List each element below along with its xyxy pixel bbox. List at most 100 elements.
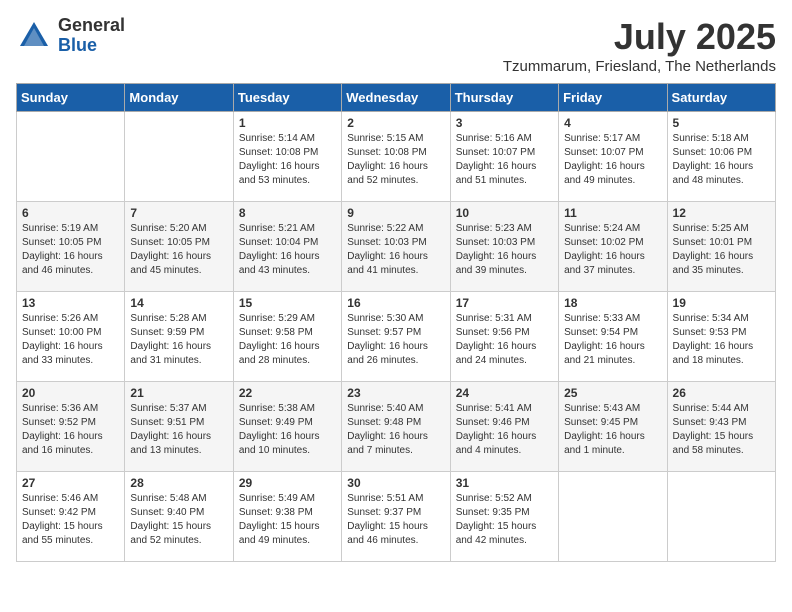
day-detail: Sunrise: 5:43 AM Sunset: 9:45 PM Dayligh… [564,402,661,458]
day-detail: Sunrise: 5:19 AM Sunset: 10:05 PM Daylig… [22,222,119,278]
day-number: 31 [456,476,553,490]
day-number: 14 [130,296,227,310]
day-number: 8 [239,206,336,220]
day-number: 22 [239,386,336,400]
day-number: 15 [239,296,336,310]
calendar-cell [667,472,775,562]
calendar-cell: 28 Sunrise: 5:48 AM Sunset: 9:40 PM Dayli… [125,472,233,562]
day-detail: Sunrise: 5:48 AM Sunset: 9:40 PM Dayligh… [130,492,227,548]
day-detail: Sunrise: 5:14 AM Sunset: 10:08 PM Daylig… [239,132,336,188]
day-detail: Sunrise: 5:18 AM Sunset: 10:06 PM Daylig… [673,132,770,188]
day-number: 3 [456,116,553,130]
calendar-cell: 7 Sunrise: 5:20 AM Sunset: 10:05 PM Dayli… [125,202,233,292]
day-of-week-tuesday: Tuesday [233,84,341,112]
day-of-week-thursday: Thursday [450,84,558,112]
day-number: 6 [22,206,119,220]
day-detail: Sunrise: 5:23 AM Sunset: 10:03 PM Daylig… [456,222,553,278]
calendar-table: SundayMondayTuesdayWednesdayThursdayFrid… [16,83,776,562]
day-number: 10 [456,206,553,220]
month-year: July 2025 [503,16,776,58]
day-number: 11 [564,206,661,220]
day-detail: Sunrise: 5:44 AM Sunset: 9:43 PM Dayligh… [673,402,770,458]
calendar-cell: 3 Sunrise: 5:16 AM Sunset: 10:07 PM Dayli… [450,112,558,202]
day-detail: Sunrise: 5:26 AM Sunset: 10:00 PM Daylig… [22,312,119,368]
day-detail: Sunrise: 5:40 AM Sunset: 9:48 PM Dayligh… [347,402,444,458]
day-number: 24 [456,386,553,400]
calendar-cell: 23 Sunrise: 5:40 AM Sunset: 9:48 PM Dayli… [342,382,450,472]
day-number: 27 [22,476,119,490]
calendar-cell [17,112,125,202]
calendar-week-row: 13 Sunrise: 5:26 AM Sunset: 10:00 PM Dayl… [17,292,776,382]
calendar-cell: 11 Sunrise: 5:24 AM Sunset: 10:02 PM Dayl… [559,202,667,292]
day-detail: Sunrise: 5:37 AM Sunset: 9:51 PM Dayligh… [130,402,227,458]
day-detail: Sunrise: 5:49 AM Sunset: 9:38 PM Dayligh… [239,492,336,548]
day-number: 4 [564,116,661,130]
day-number: 9 [347,206,444,220]
day-number: 19 [673,296,770,310]
day-detail: Sunrise: 5:30 AM Sunset: 9:57 PM Dayligh… [347,312,444,368]
logo-icon [16,18,52,54]
calendar-cell: 14Sunrise: 5:28 AM Sunset: 9:59 PM Dayli… [125,292,233,382]
day-detail: Sunrise: 5:52 AM Sunset: 9:35 PM Dayligh… [456,492,553,548]
day-of-week-friday: Friday [559,84,667,112]
calendar-cell: 29 Sunrise: 5:49 AM Sunset: 9:38 PM Dayli… [233,472,341,562]
day-detail: Sunrise: 5:17 AM Sunset: 10:07 PM Daylig… [564,132,661,188]
calendar-cell: 20Sunrise: 5:36 AM Sunset: 9:52 PM Dayli… [17,382,125,472]
day-number: 13 [22,296,119,310]
calendar-cell: 19Sunrise: 5:34 AM Sunset: 9:53 PM Dayli… [667,292,775,382]
calendar-cell: 10 Sunrise: 5:23 AM Sunset: 10:03 PM Dayl… [450,202,558,292]
day-number: 7 [130,206,227,220]
calendar-cell: 6 Sunrise: 5:19 AM Sunset: 10:05 PM Dayli… [17,202,125,292]
logo: General Blue [16,16,125,56]
calendar-cell: 2 Sunrise: 5:15 AM Sunset: 10:08 PM Dayli… [342,112,450,202]
day-number: 30 [347,476,444,490]
calendar-cell: 1 Sunrise: 5:14 AM Sunset: 10:08 PM Dayli… [233,112,341,202]
day-detail: Sunrise: 5:20 AM Sunset: 10:05 PM Daylig… [130,222,227,278]
logo-blue: Blue [58,36,125,56]
calendar-header-row: SundayMondayTuesdayWednesdayThursdayFrid… [17,84,776,112]
calendar-cell [559,472,667,562]
calendar-cell: 15 Sunrise: 5:29 AM Sunset: 9:58 PM Dayli… [233,292,341,382]
day-number: 1 [239,116,336,130]
calendar-cell: 30 Sunrise: 5:51 AM Sunset: 9:37 PM Dayli… [342,472,450,562]
page-header: General Blue July 2025 Tzummarum, Friesl… [16,16,776,75]
day-number: 17 [456,296,553,310]
calendar-week-row: 20Sunrise: 5:36 AM Sunset: 9:52 PM Dayli… [17,382,776,472]
day-number: 28 [130,476,227,490]
calendar-cell: 24Sunrise: 5:41 AM Sunset: 9:46 PM Dayli… [450,382,558,472]
day-number: 26 [673,386,770,400]
day-detail: Sunrise: 5:51 AM Sunset: 9:37 PM Dayligh… [347,492,444,548]
day-of-week-sunday: Sunday [17,84,125,112]
calendar-cell: 4 Sunrise: 5:17 AM Sunset: 10:07 PM Dayli… [559,112,667,202]
day-number: 21 [130,386,227,400]
calendar-cell: 12Sunrise: 5:25 AM Sunset: 10:01 PM Dayl… [667,202,775,292]
calendar-cell: 5 Sunrise: 5:18 AM Sunset: 10:06 PM Dayli… [667,112,775,202]
day-detail: Sunrise: 5:31 AM Sunset: 9:56 PM Dayligh… [456,312,553,368]
calendar-cell: 22Sunrise: 5:38 AM Sunset: 9:49 PM Dayli… [233,382,341,472]
calendar-cell: 8Sunrise: 5:21 AM Sunset: 10:04 PM Dayli… [233,202,341,292]
logo-text: General Blue [58,16,125,56]
day-number: 18 [564,296,661,310]
day-number: 29 [239,476,336,490]
calendar-cell: 17 Sunrise: 5:31 AM Sunset: 9:56 PM Dayli… [450,292,558,382]
day-detail: Sunrise: 5:16 AM Sunset: 10:07 PM Daylig… [456,132,553,188]
location: Tzummarum, Friesland, The Netherlands [503,58,776,75]
day-of-week-saturday: Saturday [667,84,775,112]
day-number: 16 [347,296,444,310]
calendar-cell [125,112,233,202]
calendar-cell: 9 Sunrise: 5:22 AM Sunset: 10:03 PM Dayli… [342,202,450,292]
title-block: July 2025 Tzummarum, Friesland, The Neth… [503,16,776,75]
day-number: 23 [347,386,444,400]
calendar-week-row: 6 Sunrise: 5:19 AM Sunset: 10:05 PM Dayli… [17,202,776,292]
day-detail: Sunrise: 5:15 AM Sunset: 10:08 PM Daylig… [347,132,444,188]
calendar-cell: 31 Sunrise: 5:52 AM Sunset: 9:35 PM Dayli… [450,472,558,562]
day-detail: Sunrise: 5:33 AM Sunset: 9:54 PM Dayligh… [564,312,661,368]
day-detail: Sunrise: 5:46 AM Sunset: 9:42 PM Dayligh… [22,492,119,548]
day-number: 25 [564,386,661,400]
day-detail: Sunrise: 5:22 AM Sunset: 10:03 PM Daylig… [347,222,444,278]
day-detail: Sunrise: 5:24 AM Sunset: 10:02 PM Daylig… [564,222,661,278]
day-detail: Sunrise: 5:29 AM Sunset: 9:58 PM Dayligh… [239,312,336,368]
calendar-cell: 25 Sunrise: 5:43 AM Sunset: 9:45 PM Dayli… [559,382,667,472]
day-number: 5 [673,116,770,130]
day-number: 2 [347,116,444,130]
